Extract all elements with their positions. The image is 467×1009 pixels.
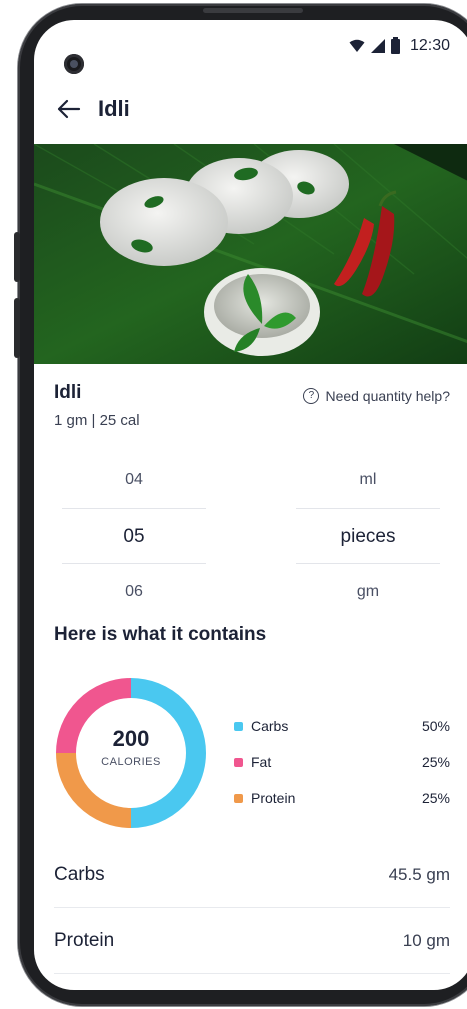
nutrient-name: Protein	[54, 929, 115, 951]
status-bar: 12:30	[34, 20, 467, 74]
calories-label: CALORIES	[101, 756, 161, 768]
nutrition-legend: Carbs 50% Fat 25% Protein 25%	[234, 708, 450, 816]
front-camera	[64, 54, 84, 74]
legend-percent: 50%	[421, 718, 450, 734]
nutrient-name: Carbs	[54, 863, 105, 885]
nutrient-row-protein: Protein 10 gm	[54, 908, 450, 974]
legend-swatch	[234, 757, 243, 767]
nutrient-value: 45.5 gm	[388, 864, 450, 884]
nutrient-value: 10 gm	[402, 930, 450, 950]
legend-item-fat: Fat 25%	[234, 744, 450, 780]
app-header: Idli	[34, 80, 467, 138]
legend-swatch	[234, 721, 243, 731]
quantity-help-label: Need quantity help?	[325, 388, 450, 404]
contents-section-title: Here is what it contains	[54, 624, 267, 645]
picker-option[interactable]: 04	[62, 452, 206, 508]
legend-label: Fat	[251, 754, 272, 770]
picker-option-selected[interactable]: pieces	[296, 508, 440, 564]
wifi-icon	[349, 39, 365, 52]
quantity-number-picker[interactable]: 04 05 06	[62, 452, 206, 620]
arrow-left-icon[interactable]	[56, 96, 82, 122]
picker-option-selected[interactable]: 05	[62, 508, 206, 564]
legend-swatch	[234, 793, 243, 803]
volume-up-button	[14, 232, 20, 282]
signal-icon	[370, 39, 385, 53]
volume-down-button	[14, 298, 20, 358]
donut-center: 200 CALORIES	[54, 726, 208, 768]
legend-percent: 25%	[421, 754, 450, 770]
legend-item-carbs: Carbs 50%	[234, 708, 450, 744]
legend-item-protein: Protein 25%	[234, 780, 450, 816]
calories-value: 200	[112, 726, 150, 751]
food-info: Idli 1 gm | 25 cal ? Need quantity help?	[54, 382, 454, 429]
quantity-help-link[interactable]: ? Need quantity help?	[303, 388, 450, 404]
quantity-unit-picker[interactable]: ml pieces gm	[296, 452, 440, 620]
app-screen: 12:30 Idli Idli 1 gm | 25 cal ? Need qua…	[34, 20, 467, 990]
nutrient-row-carbs: Carbs 45.5 gm	[54, 842, 450, 908]
status-time: 12:30	[409, 37, 450, 54]
legend-label: Protein	[251, 790, 296, 806]
food-image	[34, 144, 467, 364]
picker-option[interactable]: ml	[296, 452, 440, 508]
battery-icon	[390, 36, 400, 54]
calories-donut-chart: 200 CALORIES	[54, 676, 208, 830]
picker-option[interactable]: 06	[62, 564, 206, 620]
speaker-grille	[203, 8, 303, 13]
food-serving-info: 1 gm | 25 cal	[54, 412, 140, 429]
legend-percent: 25%	[421, 790, 450, 806]
page-title: Idli	[98, 96, 130, 121]
question-circle-icon: ?	[303, 388, 320, 404]
status-icons: 12:30	[349, 36, 450, 55]
legend-label: Carbs	[251, 718, 289, 734]
picker-option[interactable]: gm	[296, 564, 440, 620]
